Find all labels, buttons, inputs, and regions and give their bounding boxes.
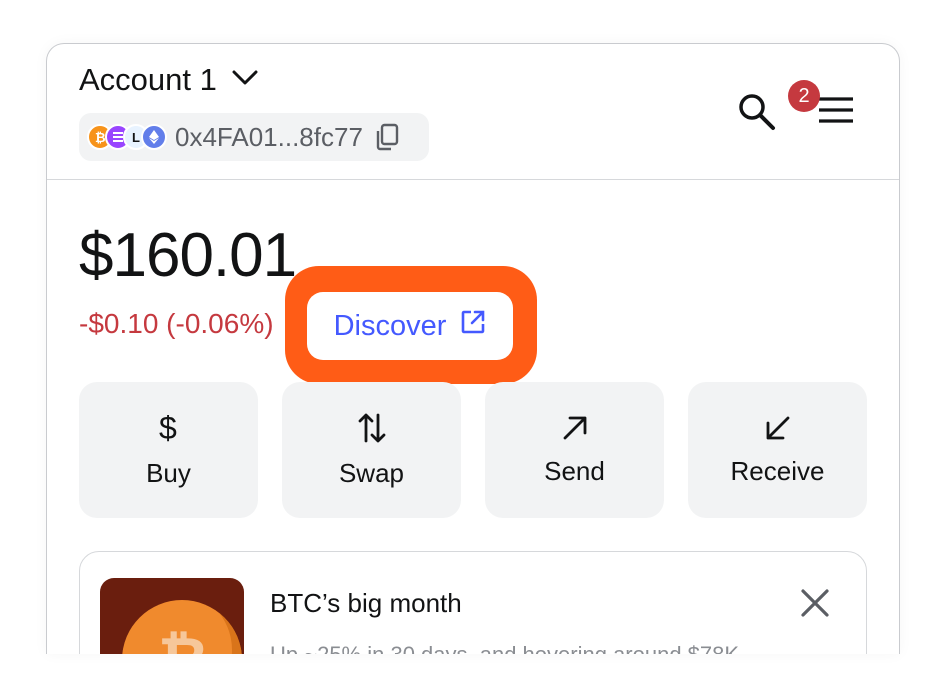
card-title: BTC’s big month (270, 588, 462, 618)
swap-button[interactable]: Swap (282, 382, 461, 518)
network-avatar-letter: L (132, 129, 140, 145)
account-selector[interactable]: Account 1 (79, 62, 259, 98)
wallet-window: Account 1 ₿ L 0x4FA01...8fc77 2 $160.01 … (46, 43, 900, 654)
receive-label: Receive (730, 456, 825, 486)
network-avatars: ₿ L (87, 121, 173, 153)
address-pill[interactable]: ₿ L 0x4FA01...8fc77 (79, 113, 429, 161)
svg-text:$: $ (159, 411, 177, 445)
dollar-icon: $ (158, 410, 180, 450)
receive-button[interactable]: Receive (688, 382, 867, 518)
discover-link[interactable]: Discover (307, 292, 513, 360)
discover-label: Discover (333, 309, 447, 342)
arrow-up-right-icon (560, 413, 590, 448)
total-balance: $160.01 (79, 221, 297, 290)
balance-change: -$0.10 (-0.06%) (79, 308, 274, 339)
copy-icon[interactable] (375, 123, 399, 151)
chevron-down-icon (231, 68, 259, 93)
swap-label: Swap (338, 458, 405, 488)
buy-label: Buy (146, 458, 191, 488)
promo-card[interactable]: ₿ BTC’s big month Up ~25% in 30 days, an… (79, 551, 867, 654)
svg-text:₿: ₿ (158, 625, 209, 654)
send-button[interactable]: Send (485, 382, 664, 518)
card-description: Up ~25% in 30 days, and hovering around … (270, 642, 739, 654)
external-link-icon (460, 309, 486, 343)
bitcoin-icon: ₿ (122, 600, 242, 654)
bitcoin-coin-image: ₿ (100, 578, 244, 654)
notification-badge[interactable]: 2 (788, 80, 820, 112)
action-buttons: $ Buy Swap Send Receive (79, 382, 867, 518)
hamburger-menu-icon[interactable] (817, 96, 855, 129)
send-label: Send (544, 456, 605, 486)
swap-arrows-icon (357, 411, 387, 450)
buy-button[interactable]: $ Buy (79, 382, 258, 518)
account-address: 0x4FA01...8fc77 (175, 121, 363, 152)
account-name: Account 1 (79, 62, 217, 97)
close-icon[interactable] (800, 588, 830, 623)
search-icon[interactable] (737, 92, 777, 137)
header: Account 1 ₿ L 0x4FA01...8fc77 2 (47, 44, 899, 180)
arrow-down-left-icon (763, 413, 793, 448)
ethereum-network-icon (141, 124, 167, 150)
